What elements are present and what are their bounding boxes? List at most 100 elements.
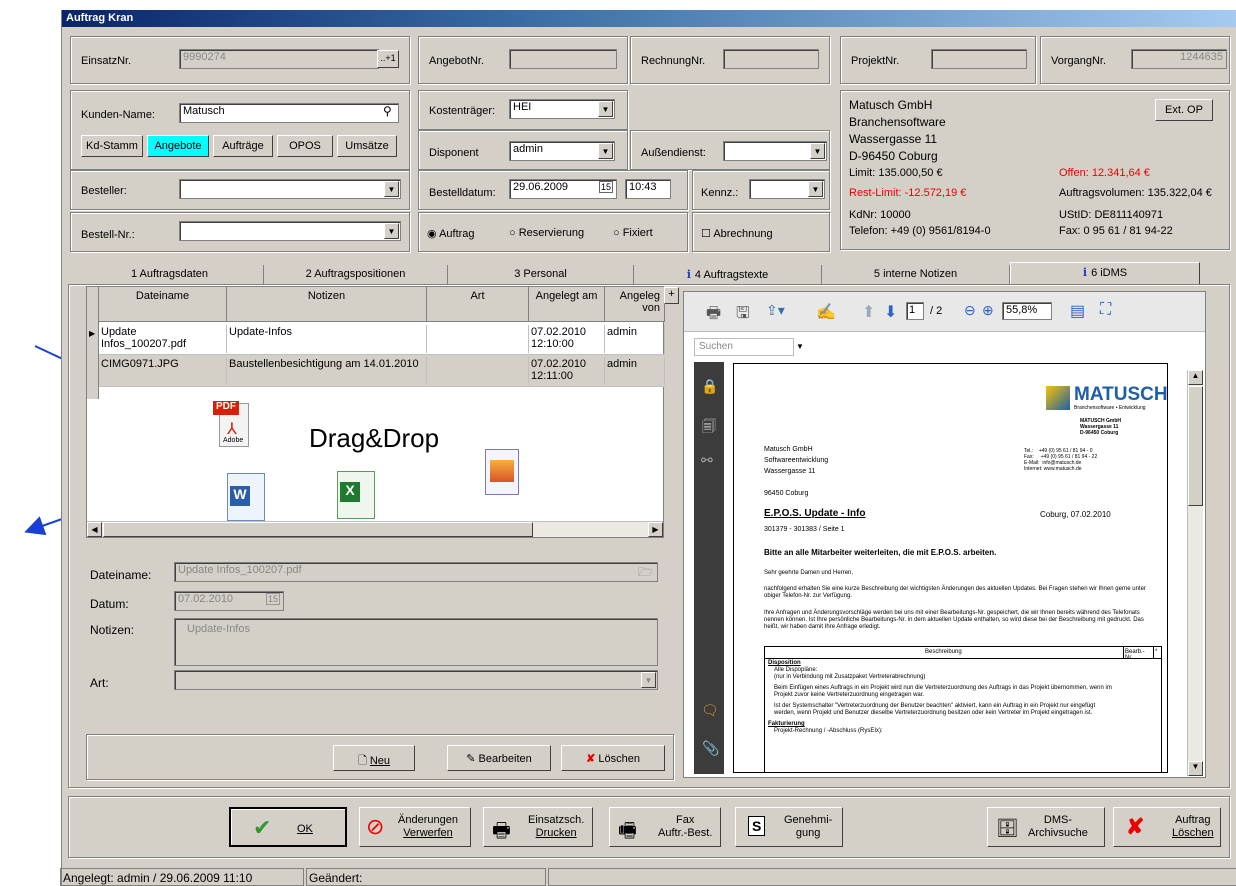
bestellnr-select[interactable]: ▼	[179, 221, 401, 241]
scroll-thumb[interactable]	[103, 522, 533, 537]
chevron-down-icon[interactable]: ▼	[808, 181, 823, 197]
pdf-vertical-scrollbar[interactable]: ▲ ▼	[1187, 370, 1203, 776]
next-page-icon[interactable]: ⬇	[884, 302, 897, 322]
prev-page-icon[interactable]: ⬆	[862, 302, 875, 322]
kunden-button-4[interactable]: Umsätze	[337, 135, 397, 157]
grid-header[interactable]: Dateiname	[99, 287, 227, 322]
pdf-scroll-thumb[interactable]	[1188, 386, 1203, 506]
fit-page-icon[interactable]: ▤	[1070, 301, 1085, 321]
projekt-field[interactable]	[931, 49, 1027, 69]
zoom-select[interactable]: 55,8%	[1002, 302, 1052, 320]
detail-notizen-field[interactable]: Update-Infos	[174, 618, 658, 666]
lock-icon[interactable]: 🔒	[701, 378, 718, 395]
angebot-field[interactable]	[509, 49, 617, 69]
rechnung-field[interactable]	[723, 49, 819, 69]
fullscreen-icon[interactable]: ⛶	[1100, 301, 1111, 319]
besteller-select[interactable]: ▼	[179, 179, 401, 199]
sender-line: D-96450 Coburg	[1080, 430, 1119, 436]
scroll-up-icon[interactable]: ▲	[1188, 370, 1203, 385]
page-number-field[interactable]: 1	[906, 302, 924, 320]
detail-actions: 🗋 Neu ✎ Bearbeiten ✘ Löschen	[86, 734, 674, 780]
grid-header[interactable]: Art	[427, 287, 529, 322]
row-selector	[87, 287, 99, 399]
print-icon[interactable]: 🖶	[706, 302, 721, 329]
zoom-in-icon[interactable]: ⊕	[982, 302, 994, 319]
vorgang-field[interactable]: 1244635	[1131, 49, 1227, 69]
kunden-button-2[interactable]: Aufträge	[213, 135, 273, 157]
einsatz-plus-button[interactable]: ..+1	[377, 50, 399, 68]
auftrag-loeschen-button[interactable]: ✘ Auftrag Löschen	[1113, 807, 1221, 847]
scroll-down-icon[interactable]: ▼	[1188, 761, 1203, 776]
tab-3[interactable]: 3 Personal	[448, 265, 634, 284]
grid-header[interactable]: Angelegt am	[529, 287, 605, 322]
chevron-down-icon[interactable]: ▼	[384, 181, 399, 197]
ok-button[interactable]: ✔ OK	[229, 807, 347, 847]
aussendienst-select[interactable]: ▼	[723, 141, 827, 161]
grid-add-button[interactable]: +	[664, 287, 679, 304]
zoom-out-icon[interactable]: ⊖	[964, 302, 976, 319]
tab-4[interactable]: i4 Auftragstexte	[634, 265, 822, 284]
genehmigung-button[interactable]: S Genehmi-gung	[735, 807, 843, 847]
scroll-left-icon[interactable]: ◀	[87, 522, 102, 537]
einsatzschein-button[interactable]: 🖶 Einsatzsch. Drucken	[483, 807, 593, 847]
horizontal-scrollbar[interactable]: ◀ ▶	[87, 521, 663, 537]
pdf-search-field[interactable]: Suchen	[694, 338, 794, 356]
scroll-right-icon[interactable]: ▶	[648, 522, 663, 537]
bestelldatum-field[interactable]: 29.06.2009 15	[509, 179, 617, 199]
grid-header[interactable]: Notizen	[227, 287, 427, 322]
search-icon[interactable]: ⚲	[383, 104, 392, 118]
bestellzeit-field[interactable]: 10:43	[625, 179, 671, 199]
kennz-select[interactable]: ▼	[749, 179, 825, 199]
kunden-button-0[interactable]: Kd-Stamm	[81, 135, 143, 157]
telefon-text: Telefon: +49 (0) 9561/8194-0	[849, 225, 991, 237]
save-icon[interactable]: 🖫	[736, 302, 750, 329]
radio-auftrag[interactable]: ◉ Auftrag	[427, 227, 475, 240]
einsatz-field[interactable]: 9990274	[179, 49, 379, 69]
chevron-down-icon[interactable]: ▼	[384, 223, 399, 239]
fax-button[interactable]: 🖷 Fax Auftr.-Best.	[609, 807, 721, 847]
calendar-icon[interactable]: 15	[265, 593, 280, 605]
bearbeiten-button[interactable]: ✎ Bearbeiten	[447, 745, 551, 771]
pages-icon[interactable]: 🗐	[702, 416, 716, 440]
kunden-button-3[interactable]: OPOS	[277, 135, 333, 157]
folder-open-icon[interactable]: 🗁	[638, 563, 653, 581]
dms-archivsuche-button[interactable]: 🗄 DMS- Archivsuche	[987, 807, 1105, 847]
pdf-badge: PDF	[213, 401, 239, 415]
kunden-button-1[interactable]: Angebote	[147, 135, 209, 157]
detail-name-label: Dateiname:	[90, 568, 152, 582]
tab-6[interactable]: i6 iDMS	[1010, 262, 1200, 285]
table-cell: admin	[605, 357, 665, 385]
tab-1[interactable]: 1 Auftragsdaten	[76, 265, 264, 284]
grid-header[interactable]: Angeleg von	[605, 287, 665, 322]
kosten-select[interactable]: HEI ▼	[509, 99, 615, 119]
detail-name-field[interactable]: Update Infos_100207.pdf 🗁	[174, 562, 658, 582]
comments-icon[interactable]: 🗨	[701, 702, 719, 719]
loeschen-label: Löschen	[598, 753, 640, 765]
calendar-icon[interactable]: 15	[598, 181, 613, 193]
ext-op-button[interactable]: Ext. OP	[1155, 99, 1213, 121]
table-row[interactable]: CIMG0971.JPG Baustellenbesichtigung am 14…	[99, 355, 665, 387]
tab-2[interactable]: 2 Auftragspositionen	[264, 265, 448, 284]
tab-5[interactable]: 5 interne Notizen	[822, 265, 1010, 284]
table-row[interactable]: Update Infos_100207.pdf Update-Infos 07.02…	[99, 323, 665, 355]
chevron-down-icon[interactable]: ▼	[598, 101, 613, 117]
radio-reservierung[interactable]: ○ Reservierung	[509, 227, 584, 239]
chevron-down-icon[interactable]: ▼	[641, 672, 656, 688]
neu-button[interactable]: 🗋 Neu	[333, 745, 415, 771]
chevron-down-icon[interactable]: ▼	[598, 143, 613, 159]
dispo-select[interactable]: admin ▼	[509, 141, 615, 161]
detail-datum-field[interactable]: 07.02.2010 15	[174, 591, 284, 611]
loeschen-button[interactable]: ✘ Löschen	[561, 745, 665, 771]
sign-icon[interactable]: ✍	[816, 302, 836, 322]
radio-fixiert[interactable]: ○ Fixiert	[613, 227, 653, 239]
share-icon[interactable]: ⇪▾	[766, 302, 785, 319]
detail-art-select[interactable]: ▼	[174, 670, 658, 690]
binoculars-icon[interactable]: ⚯	[701, 452, 713, 469]
abrechnung-checkbox[interactable]: ☐ Abrechnung	[701, 227, 773, 240]
kunde-field[interactable]: Matusch	[179, 103, 399, 123]
chevron-down-icon[interactable]: ▼	[796, 342, 804, 351]
verwerfen-button[interactable]: ⊘ Änderungen Verwerfen	[359, 807, 471, 847]
attachment-icon[interactable]: 📎	[702, 740, 719, 757]
chevron-down-icon[interactable]: ▼	[810, 143, 825, 159]
kosten-label: Kostenträger:	[429, 105, 496, 117]
